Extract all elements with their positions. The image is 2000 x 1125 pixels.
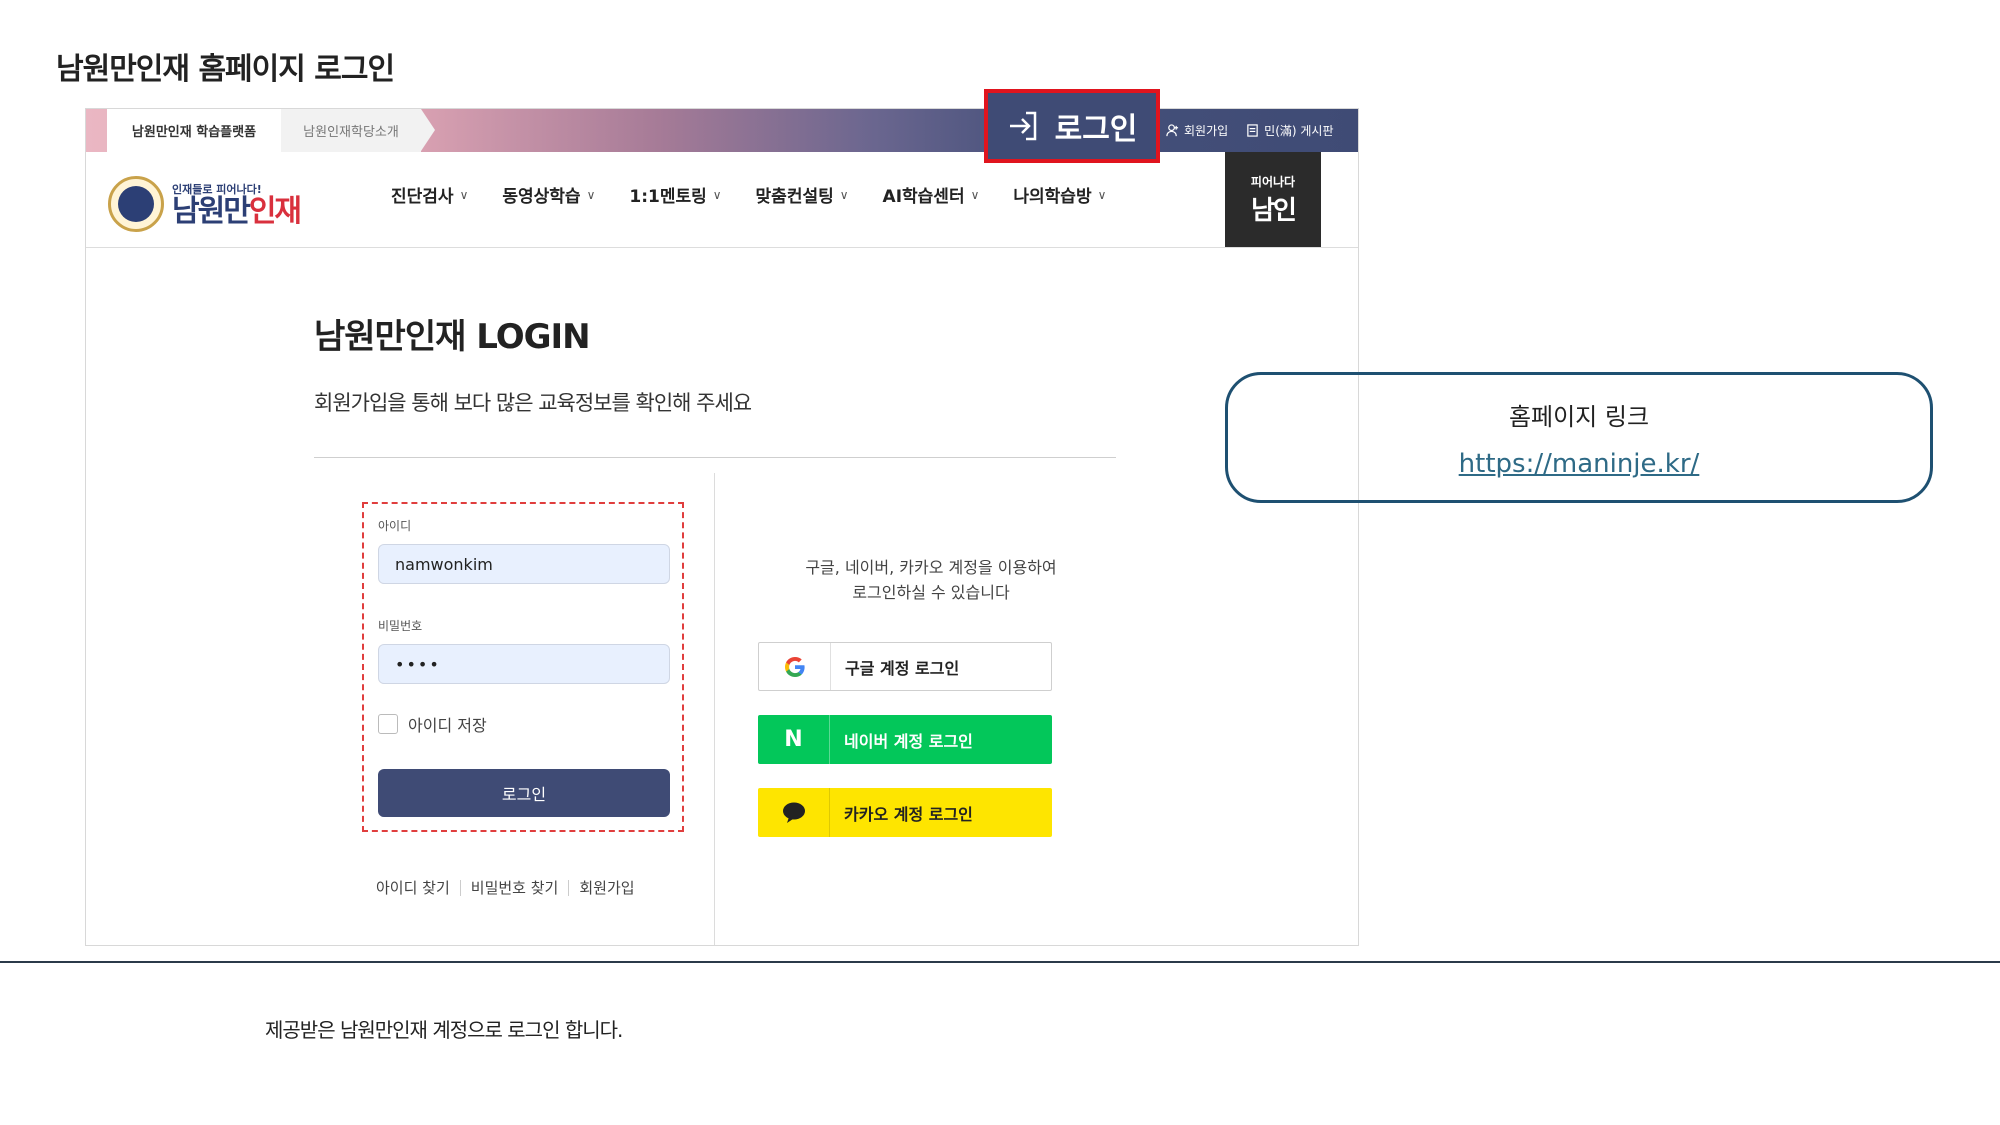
kakao-login-label: 카카오 계정 로그인 [844, 804, 973, 824]
social-description-line1: 구글, 네이버, 카카오 계정을 이용하여 [805, 558, 1057, 577]
side-badge-top: 피어나다 [1250, 174, 1296, 189]
menu-video-learning-label: 동영상학습 [502, 187, 581, 207]
board-icon [1247, 124, 1258, 137]
menu-ai-center[interactable]: AI학습센터 ∨ [883, 182, 980, 207]
naver-login-label: 네이버 계정 로그인 [844, 731, 973, 751]
vertical-divider [714, 473, 715, 945]
side-badge[interactable]: 피어나다 남인 [1225, 152, 1321, 247]
site-header: 인재들로 피어나다! 남원만인재 진단검사 ∨ 동영상학습 ∨ 1:1멘토링 ∨ 맞춤… [86, 152, 1358, 248]
user-add-icon [1166, 124, 1179, 137]
menu-video-learning[interactable]: 동영상학습 ∨ [502, 182, 595, 207]
section-divider [0, 961, 2000, 963]
board-link[interactable]: 민(滿) 게시판 [1246, 122, 1334, 139]
menu-my-learning[interactable]: 나의학습방 ∨ [1013, 182, 1106, 207]
find-id-link[interactable]: 아이디 찾기 [376, 877, 450, 898]
account-links: 아이디 찾기 비밀번호 찾기 회원가입 [376, 877, 635, 898]
signup-link-bottom[interactable]: 회원가입 [579, 877, 634, 898]
remember-id-checkbox[interactable]: 아이디 저장 [378, 712, 487, 736]
password-field[interactable]: •••• [378, 644, 670, 684]
homepage-link-box: 홈페이지 링크 https://maninje.kr/ [1225, 372, 1933, 503]
tab-learning-platform[interactable]: 남원만인재 학습플랫폼 [107, 109, 295, 152]
main-menu: 진단검사 ∨ 동영상학습 ∨ 1:1멘토링 ∨ 맞춤컨설팅 ∨ AI학습센터 ∨ 나의학습… [391, 182, 1140, 207]
link-separator [459, 879, 461, 896]
link-separator [568, 879, 570, 896]
checkbox-box[interactable] [378, 714, 398, 734]
menu-mentoring-label: 1:1멘토링 [629, 187, 707, 207]
kakao-login-button[interactable]: 카카오 계정 로그인 [758, 788, 1052, 837]
login-heading: 남원만인재 LOGIN [314, 317, 591, 357]
menu-ai-center-label: AI학습센터 [882, 187, 965, 207]
chevron-down-icon: ∨ [459, 187, 469, 202]
tab-academy-intro[interactable]: 남원인재학당소개 [281, 109, 435, 152]
footer-note: 제공받은 남원만인재 계정으로 로그인 합니다. [265, 1018, 623, 1042]
login-enter-icon [1009, 111, 1036, 141]
login-submit-button[interactable]: 로그인 [378, 769, 670, 817]
top-bar: 남원만인재 학습플랫폼 남원인재학당소개 회원가입 민(滿) 게시판 [86, 109, 1358, 152]
id-label: 아이디 [378, 519, 412, 533]
social-description-line2: 로그인하실 수 있습니다 [852, 583, 1010, 602]
menu-my-learning-label: 나의학습방 [1013, 187, 1092, 207]
find-password-link[interactable]: 비밀번호 찾기 [471, 877, 559, 898]
logo-name-part2: 인재 [248, 194, 302, 229]
password-label: 비밀번호 [378, 619, 423, 633]
remember-id-label: 아이디 저장 [408, 716, 487, 735]
menu-consulting[interactable]: 맞춤컨설팅 ∨ [756, 182, 849, 207]
divider-line [314, 457, 1116, 458]
signup-link-label: 회원가입 [1184, 124, 1229, 138]
chevron-down-icon: ∨ [1097, 187, 1107, 202]
signup-link[interactable]: 회원가입 [1166, 122, 1228, 139]
chevron-down-icon: ∨ [586, 187, 596, 202]
chevron-down-icon: ∨ [839, 187, 849, 202]
board-link-label: 민(滿) 게시판 [1264, 124, 1334, 138]
naver-icon: N [758, 715, 830, 764]
google-login-button[interactable]: 구글 계정 로그인 [758, 642, 1052, 691]
logo-emblem [108, 176, 164, 232]
menu-mentoring[interactable]: 1:1멘토링 ∨ [629, 182, 721, 207]
homepage-link-title: 홈페이지 링크 [1508, 403, 1650, 431]
social-description: 구글, 네이버, 카카오 계정을 이용하여 로그인하실 수 있습니다 [786, 555, 1076, 605]
screenshot-frame: 남원만인재 학습플랫폼 남원인재학당소개 회원가입 민(滿) 게시판 로그인 인… [85, 89, 1359, 946]
top-nav: 회원가입 민(滿) 게시판 [1166, 109, 1334, 152]
login-form-highlight: 아이디 namwonkim 비밀번호 •••• 아이디 저장 로그인 [362, 502, 684, 832]
page-title: 남원만인재 홈페이지 로그인 [56, 52, 395, 87]
menu-diagnosis[interactable]: 진단검사 ∨ [391, 182, 468, 207]
menu-diagnosis-label: 진단검사 [391, 187, 454, 207]
kakao-icon [758, 788, 830, 837]
side-badge-main: 남인 [1251, 195, 1297, 226]
google-login-label: 구글 계정 로그인 [845, 658, 960, 678]
menu-consulting-label: 맞춤컨설팅 [755, 187, 834, 207]
id-field[interactable]: namwonkim [378, 544, 670, 584]
homepage-url-link[interactable]: https://maninje.kr/ [1228, 449, 1930, 479]
login-description: 회원가입을 통해 보다 많은 교육정보를 확인해 주세요 [314, 391, 752, 415]
google-icon [759, 643, 831, 690]
login-highlight-label: 로그인 [1054, 112, 1138, 147]
chevron-down-icon: ∨ [712, 187, 722, 202]
chevron-down-icon: ∨ [970, 187, 980, 202]
logo-name-part1: 남원만 [172, 194, 251, 229]
site-logo[interactable]: 인재들로 피어나다! 남원만인재 [108, 176, 302, 232]
naver-login-button[interactable]: N 네이버 계정 로그인 [758, 715, 1052, 764]
